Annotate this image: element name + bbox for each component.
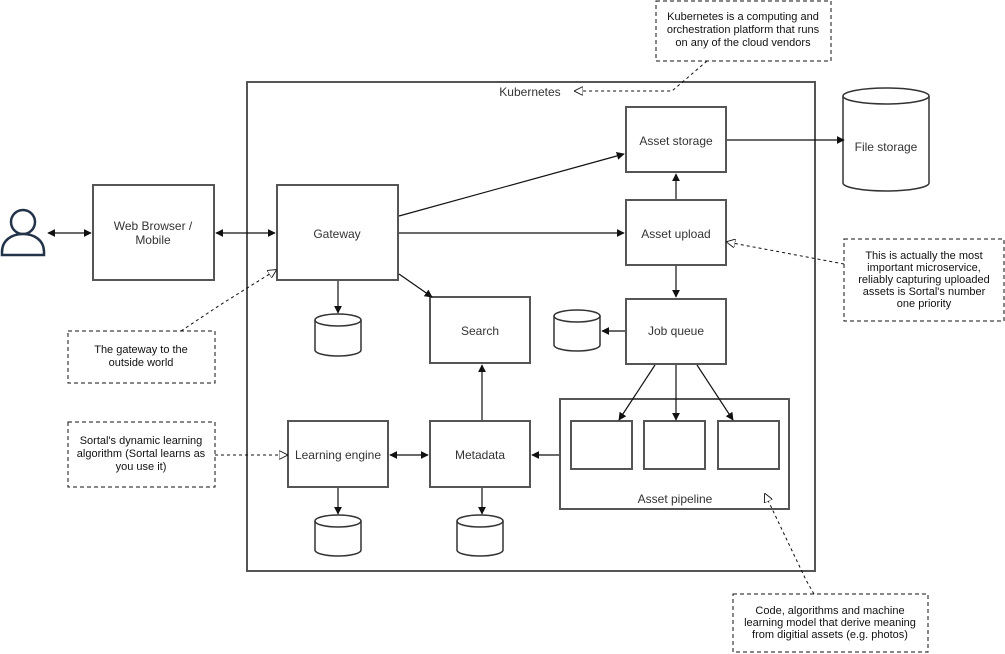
learning-engine-label: Learning engine	[295, 448, 381, 462]
note-gateway-line1: The gateway to the	[94, 344, 188, 356]
note-asset-upload: This is actually the most important micr…	[727, 239, 1005, 322]
asset-upload-label: Asset upload	[641, 227, 710, 241]
user-icon	[0, 208, 46, 257]
note-asset-upload-line3: reliably capturing uploaded	[858, 274, 989, 286]
asset-storage-label: Asset storage	[639, 134, 713, 148]
note-pipeline-line1: Code, algorithms and machine	[755, 605, 904, 617]
job-queue-database-icon	[553, 309, 601, 352]
learning-engine-node[interactable]: Learning engine	[287, 420, 389, 488]
note-pipeline: Code, algorithms and machine learning mo…	[732, 494, 929, 653]
note-learning-line1: Sortal's dynamic learning	[80, 435, 203, 447]
asset-upload-node[interactable]: Asset upload	[625, 199, 727, 266]
note-learning-line2: algorithm (Sortal learns as	[77, 448, 206, 460]
job-queue-label: Job queue	[648, 324, 704, 338]
web-browser-label-line2: Mobile	[135, 233, 171, 247]
file-storage-node[interactable]: File storage	[842, 87, 930, 192]
file-storage-top	[842, 87, 930, 105]
note-gateway: The gateway to the outside world	[67, 270, 276, 384]
note-kubernetes-line2: orchestration platform that runs	[667, 24, 820, 36]
asset-pipeline-node[interactable]: Asset pipeline	[559, 398, 790, 510]
web-browser-node[interactable]: Web Browser / Mobile	[92, 184, 215, 281]
note-pipeline-line3: from digitial assets (e.g. photos)	[752, 629, 908, 641]
pipeline-worker-3[interactable]	[717, 420, 780, 470]
architecture-diagram: Kubernetes Web Browser / Mobile Gateway …	[0, 0, 1005, 653]
asset-pipeline-label: Asset pipeline	[638, 492, 713, 506]
job-queue-node[interactable]: Job queue	[625, 298, 727, 365]
note-asset-upload-line4: assets is Sortal's number	[863, 286, 986, 298]
metadata-database-icon	[456, 514, 504, 557]
note-gateway-line2: outside world	[109, 357, 174, 369]
note-kubernetes-line1: Kubernetes is a computing and	[667, 11, 819, 23]
note-asset-upload-line2: important microservice,	[867, 262, 981, 274]
metadata-label: Metadata	[455, 448, 505, 462]
gateway-database-icon	[314, 313, 362, 357]
note-pipeline-line2: learning model that derive meaning	[744, 617, 916, 629]
gateway-node[interactable]: Gateway	[276, 184, 399, 281]
search-node[interactable]: Search	[429, 296, 531, 364]
learning-database-icon	[314, 514, 362, 557]
note-learning: Sortal's dynamic learning algorithm (Sor…	[67, 421, 287, 488]
note-kubernetes: Kubernetes is a computing and orchestrat…	[575, 0, 832, 91]
metadata-node[interactable]: Metadata	[429, 420, 531, 488]
file-storage-label: File storage	[855, 140, 918, 154]
pipeline-worker-1[interactable]	[570, 420, 633, 470]
web-browser-label-line1: Web Browser /	[114, 219, 193, 233]
note-kubernetes-line3: on any of the cloud vendors	[675, 37, 811, 49]
search-label: Search	[461, 324, 499, 338]
note-asset-upload-line5: one priority	[897, 298, 952, 310]
kubernetes-label: Kubernetes	[499, 85, 560, 99]
edge-gateway-search	[398, 273, 433, 298]
asset-storage-node[interactable]: Asset storage	[625, 106, 727, 173]
note-asset-upload-line1: This is actually the most	[865, 250, 982, 262]
edge-gateway-asset-storage	[398, 152, 625, 217]
pipeline-worker-2[interactable]	[643, 420, 706, 470]
gateway-label: Gateway	[313, 227, 360, 241]
note-learning-line3: you use it)	[116, 461, 167, 473]
